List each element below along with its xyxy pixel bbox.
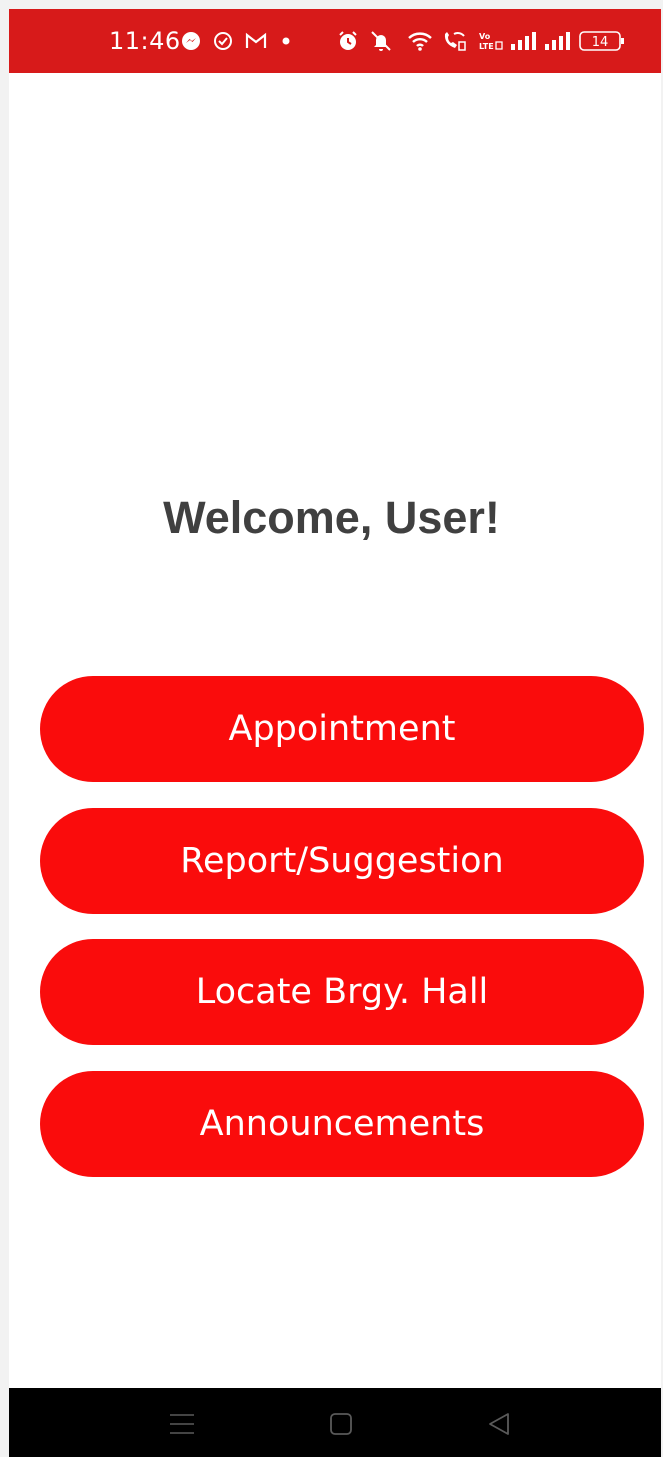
app-screen: 11:46 Vo LTE 14 Welcome, User! Appointme… xyxy=(0,0,663,1457)
announcements-button[interactable]: Announcements xyxy=(40,1071,644,1177)
status-bar: 11:46 Vo LTE 14 xyxy=(9,9,661,73)
mute-icon xyxy=(369,29,393,53)
signal-icon xyxy=(509,29,537,53)
volte-text-vo: Vo xyxy=(479,32,491,41)
back-icon[interactable] xyxy=(479,1406,519,1442)
battery-level: 14 xyxy=(592,35,609,50)
check-circle-icon xyxy=(213,29,233,53)
battery-icon: 14 xyxy=(579,29,625,53)
volte-text-lte: LTE xyxy=(479,42,494,51)
signal-icon-2 xyxy=(543,29,571,53)
appointment-button[interactable]: Appointment xyxy=(40,676,644,782)
messenger-icon xyxy=(181,29,201,53)
menu-icon[interactable] xyxy=(162,1406,202,1442)
navigation-bar xyxy=(9,1388,661,1457)
alarm-icon xyxy=(337,29,359,53)
wifi-calling-icon xyxy=(441,29,467,53)
dot-icon xyxy=(281,29,291,53)
locate-brgy-hall-button[interactable]: Locate Brgy. Hall xyxy=(40,939,644,1045)
frame-edge-left xyxy=(0,0,9,1457)
status-time: 11:46 xyxy=(109,27,181,55)
welcome-title: Welcome, User! xyxy=(163,492,500,543)
frame-edge-top xyxy=(0,0,663,9)
wifi-icon xyxy=(407,29,433,53)
home-icon[interactable] xyxy=(321,1406,361,1442)
volte-icon: Vo LTE xyxy=(477,29,505,53)
gmail-icon xyxy=(245,29,267,53)
report-suggestion-button[interactable]: Report/Suggestion xyxy=(40,808,644,914)
